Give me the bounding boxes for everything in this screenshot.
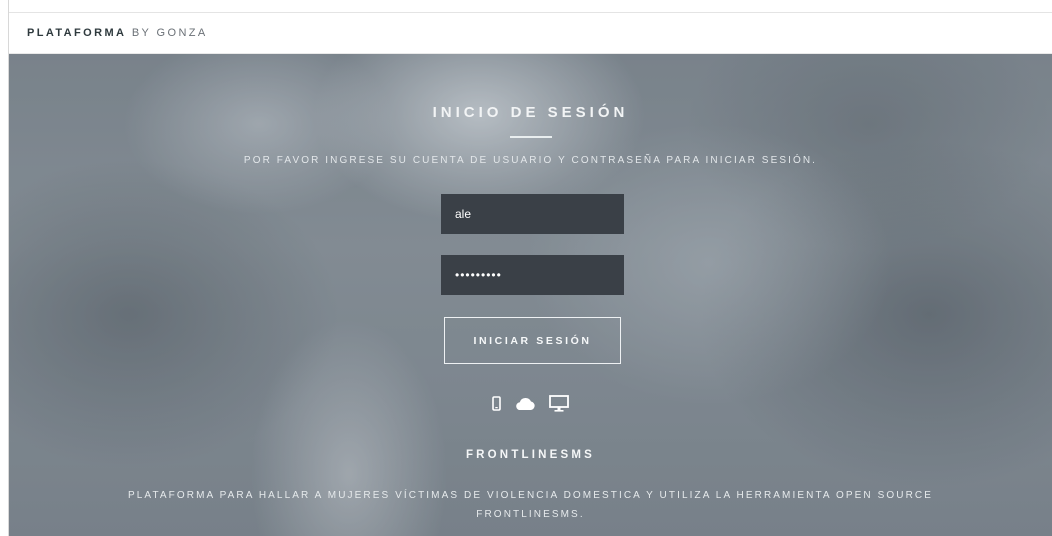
device-icons [9,395,1052,412]
title-divider [510,136,552,138]
mobile-icon [492,396,501,411]
brand-logo-link[interactable]: PLATAFORMA BY GONZA [27,27,208,39]
window-left-edge [0,0,9,536]
hero-section: INICIO DE SESIÓN POR FAVOR INGRESE SU CU… [9,54,1052,536]
login-button[interactable]: INICIAR SESIÓN [444,317,621,364]
login-title: INICIO DE SESIÓN [432,104,629,121]
frontlinesms-title: FRONTLINESMS [465,449,596,461]
brand-light: BY GONZA [126,27,208,39]
password-input[interactable] [441,255,624,295]
cloud-icon [514,396,536,411]
top-navbar: PLATAFORMA BY GONZA [9,12,1052,54]
desktop-icon [549,395,569,412]
login-subtitle: POR FAVOR INGRESE SU CUENTA DE USUARIO Y… [243,155,818,166]
page: PLATAFORMA BY GONZA INICIO DE SESIÓN POR… [0,0,1052,536]
brand-strong: PLATAFORMA [27,27,127,39]
frontlinesms-description: PLATAFORMA PARA HALLAR A MUJERES VÍCTIMA… [127,490,934,520]
login-content: INICIO DE SESIÓN POR FAVOR INGRESE SU CU… [9,54,1052,536]
username-input[interactable] [441,194,624,234]
